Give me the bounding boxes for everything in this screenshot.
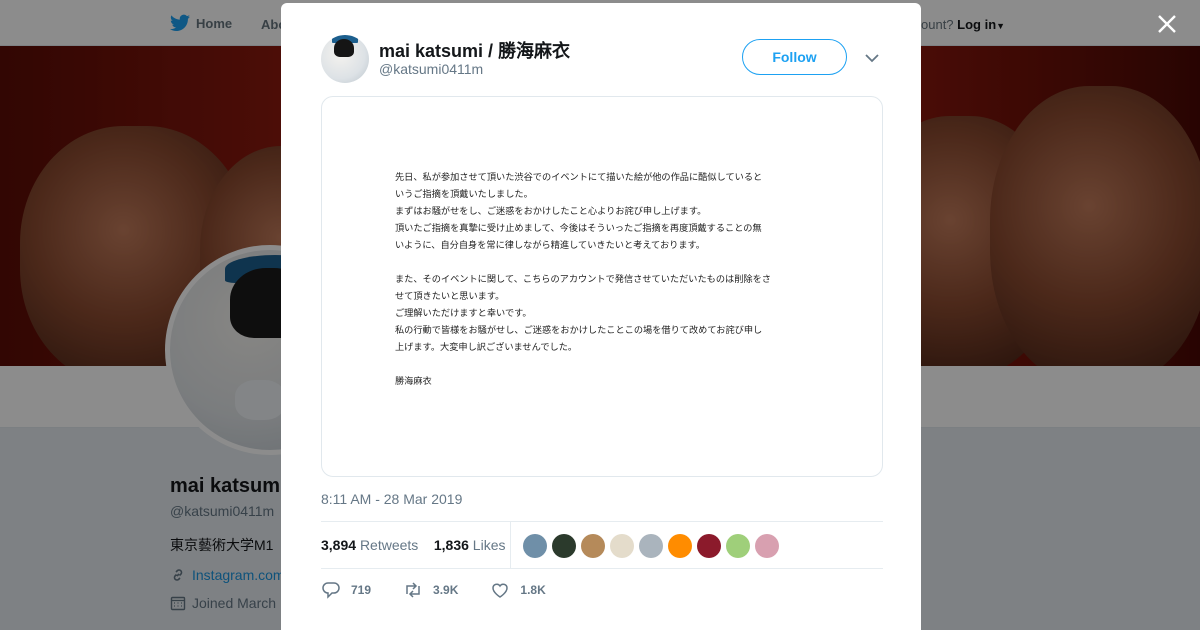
tweet-author-name[interactable]: mai katsumi / 勝海麻衣 (379, 37, 570, 63)
statement-line: 上げます。大変申し訳ございませんでした。 (395, 342, 578, 353)
stats-counts: 3,894 Retweets 1,836 Likes (321, 537, 505, 553)
liker-avatar[interactable] (639, 534, 663, 558)
tweet-author-handle[interactable]: @katsumi0411m (379, 61, 483, 77)
reply-button[interactable]: 719 (321, 580, 371, 600)
tweet-modal: mai katsumi / 勝海麻衣 @katsumi0411m Follow … (281, 3, 921, 630)
retweet-icon (406, 582, 420, 598)
heart-icon (492, 583, 509, 598)
statement-line: ご理解いただけますと幸いです。 (395, 308, 532, 319)
close-icon[interactable] (1155, 12, 1179, 36)
likes-label[interactable]: Likes (473, 537, 506, 553)
statement-line: 先日、私が参加させて頂いた渋谷でのイベントにて描いた絵が他の作品に酷似していると (395, 172, 763, 183)
retweet-count: 3.9K (433, 583, 459, 597)
liker-avatar[interactable] (581, 534, 605, 558)
statement-line: 勝海麻衣 (395, 376, 432, 387)
likes-count[interactable]: 1,836 (434, 537, 469, 553)
statement-line: 頂いたご指摘を真摯に受け止めまして、今後はそういったご指摘を再度頂戴することの無 (395, 223, 762, 234)
liker-avatar[interactable] (755, 534, 779, 558)
like-count: 1.8K (520, 583, 546, 597)
retweets-label[interactable]: Retweets (360, 537, 418, 553)
retweet-button[interactable]: 3.9K (403, 580, 458, 600)
tweet-timestamp[interactable]: 8:11 AM - 28 Mar 2019 (321, 491, 462, 507)
tweet-actions: 719 3.9K 1.8K (321, 580, 578, 600)
liker-avatars (523, 534, 779, 558)
reply-count: 719 (351, 583, 372, 597)
liker-avatar[interactable] (610, 534, 634, 558)
liker-avatar[interactable] (668, 534, 692, 558)
statement-line: いように、自分自身を常に律しながら精進していきたいと考えております。 (395, 240, 705, 251)
statement-spacer (395, 254, 805, 271)
statement-line: せて頂きたいと思います。 (395, 291, 505, 302)
liker-avatar[interactable] (552, 534, 576, 558)
stats-divider (510, 522, 511, 568)
avatar-hair (334, 39, 354, 57)
follow-button[interactable]: Follow (742, 39, 847, 75)
statement-line: また、そのイベントに関して、こちらのアカウントで発信させていただいたものは削除を… (395, 274, 771, 285)
reply-icon (322, 582, 340, 599)
retweets-count[interactable]: 3,894 (321, 537, 356, 553)
statement-line: まずはお騒がせをし、ご迷惑をおかけしたこと心よりお詫び申し上げます。 (395, 206, 707, 217)
tweet-image[interactable]: 先日、私が参加させて頂いた渋谷でのイベントにて描いた絵が他の作品に酷似していると… (321, 96, 883, 477)
liker-avatar[interactable] (523, 534, 547, 558)
statement-line: いうご指摘を頂戴いたしました。 (395, 189, 533, 200)
tweet-author-avatar[interactable] (321, 35, 369, 83)
statement-line: 私の行動で皆様をお騒がせし、ご迷惑をおかけしたことこの場を借りて改めてお詫び申し (395, 325, 763, 336)
statement-text: 先日、私が参加させて頂いた渋谷でのイベントにて描いた絵が他の作品に酷似していると… (395, 169, 805, 390)
liker-avatar[interactable] (697, 534, 721, 558)
chevron-down-icon[interactable] (863, 49, 881, 67)
tweet-stats: 3,894 Retweets 1,836 Likes (321, 521, 883, 569)
like-button[interactable]: 1.8K (490, 580, 546, 600)
statement-spacer (395, 356, 805, 373)
liker-avatar[interactable] (726, 534, 750, 558)
